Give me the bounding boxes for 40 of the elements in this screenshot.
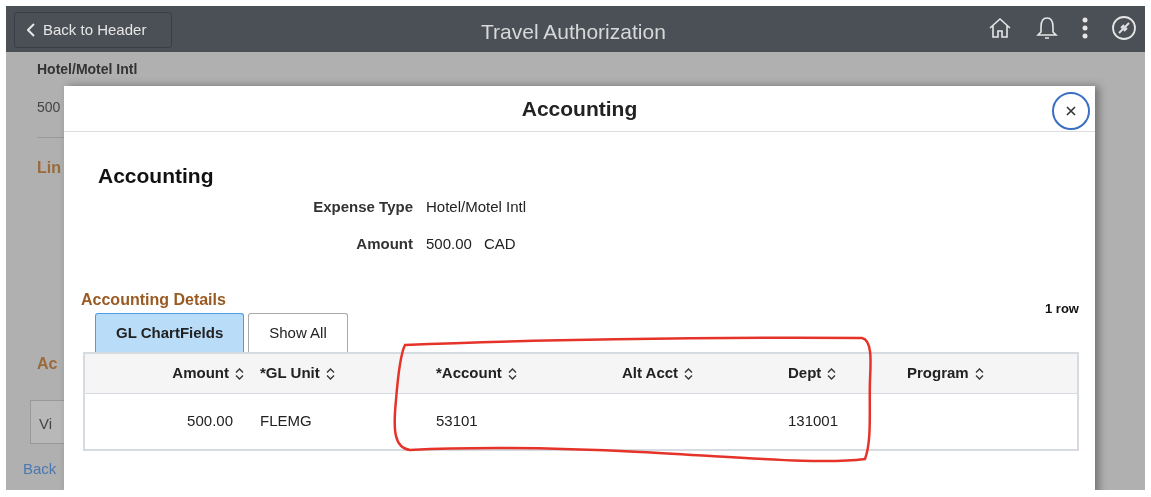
field-value: CAD	[483, 234, 516, 254]
sort-icon[interactable]	[506, 366, 518, 381]
field-label: Amount	[355, 234, 414, 254]
field-value: Hotel/Motel Intl	[426, 197, 527, 217]
table-cell-text: 53101	[436, 411, 478, 432]
home-icon[interactable]	[988, 16, 1012, 40]
sort-icon[interactable]	[324, 366, 336, 381]
sort-icon[interactable]	[973, 366, 985, 381]
field-label: Expense Type	[312, 197, 414, 217]
amount-text: 500	[37, 98, 61, 117]
compass-icon[interactable]	[1111, 15, 1137, 41]
sort-icon[interactable]	[234, 366, 245, 381]
sort-icon[interactable]	[683, 366, 695, 381]
close-button[interactable]	[1052, 92, 1090, 130]
tab[interactable]: GL ChartFields	[95, 313, 245, 352]
bell-icon[interactable]	[1035, 15, 1059, 41]
table-cell-text: 500.00	[187, 411, 233, 432]
sort-icon[interactable]	[826, 366, 838, 381]
column-header[interactable]: *Account	[427, 354, 607, 393]
section-heading: Accounting	[98, 163, 214, 189]
section-heading: Accounting Details	[81, 290, 226, 310]
section-heading: Ac	[37, 354, 58, 374]
page-title: Travel Authorization	[481, 19, 666, 45]
row-count: 1 row	[1045, 300, 1079, 318]
column-header[interactable]: Dept	[772, 354, 895, 393]
line-title: Hotel/Motel Intl	[37, 60, 138, 79]
table-cell-text: 131001	[788, 411, 839, 432]
chevron-left-icon	[27, 23, 35, 37]
close-icon	[1066, 106, 1076, 116]
more-vertical-icon[interactable]	[1082, 16, 1088, 40]
column-header[interactable]: Program	[895, 354, 1077, 393]
column-header[interactable]: Alt Acct	[607, 354, 772, 393]
tab[interactable]: Show All	[248, 313, 348, 352]
field-value: 500.00	[426, 234, 472, 254]
back-button[interactable]: Back to Header	[14, 12, 172, 48]
section-heading: Lin	[37, 158, 61, 178]
modal-title: Accounting	[521, 95, 638, 122]
column-header[interactable]: Amount	[85, 354, 255, 393]
table-cell-text: FLEMG	[260, 411, 312, 432]
column-header[interactable]: *GL Unit	[255, 354, 427, 393]
